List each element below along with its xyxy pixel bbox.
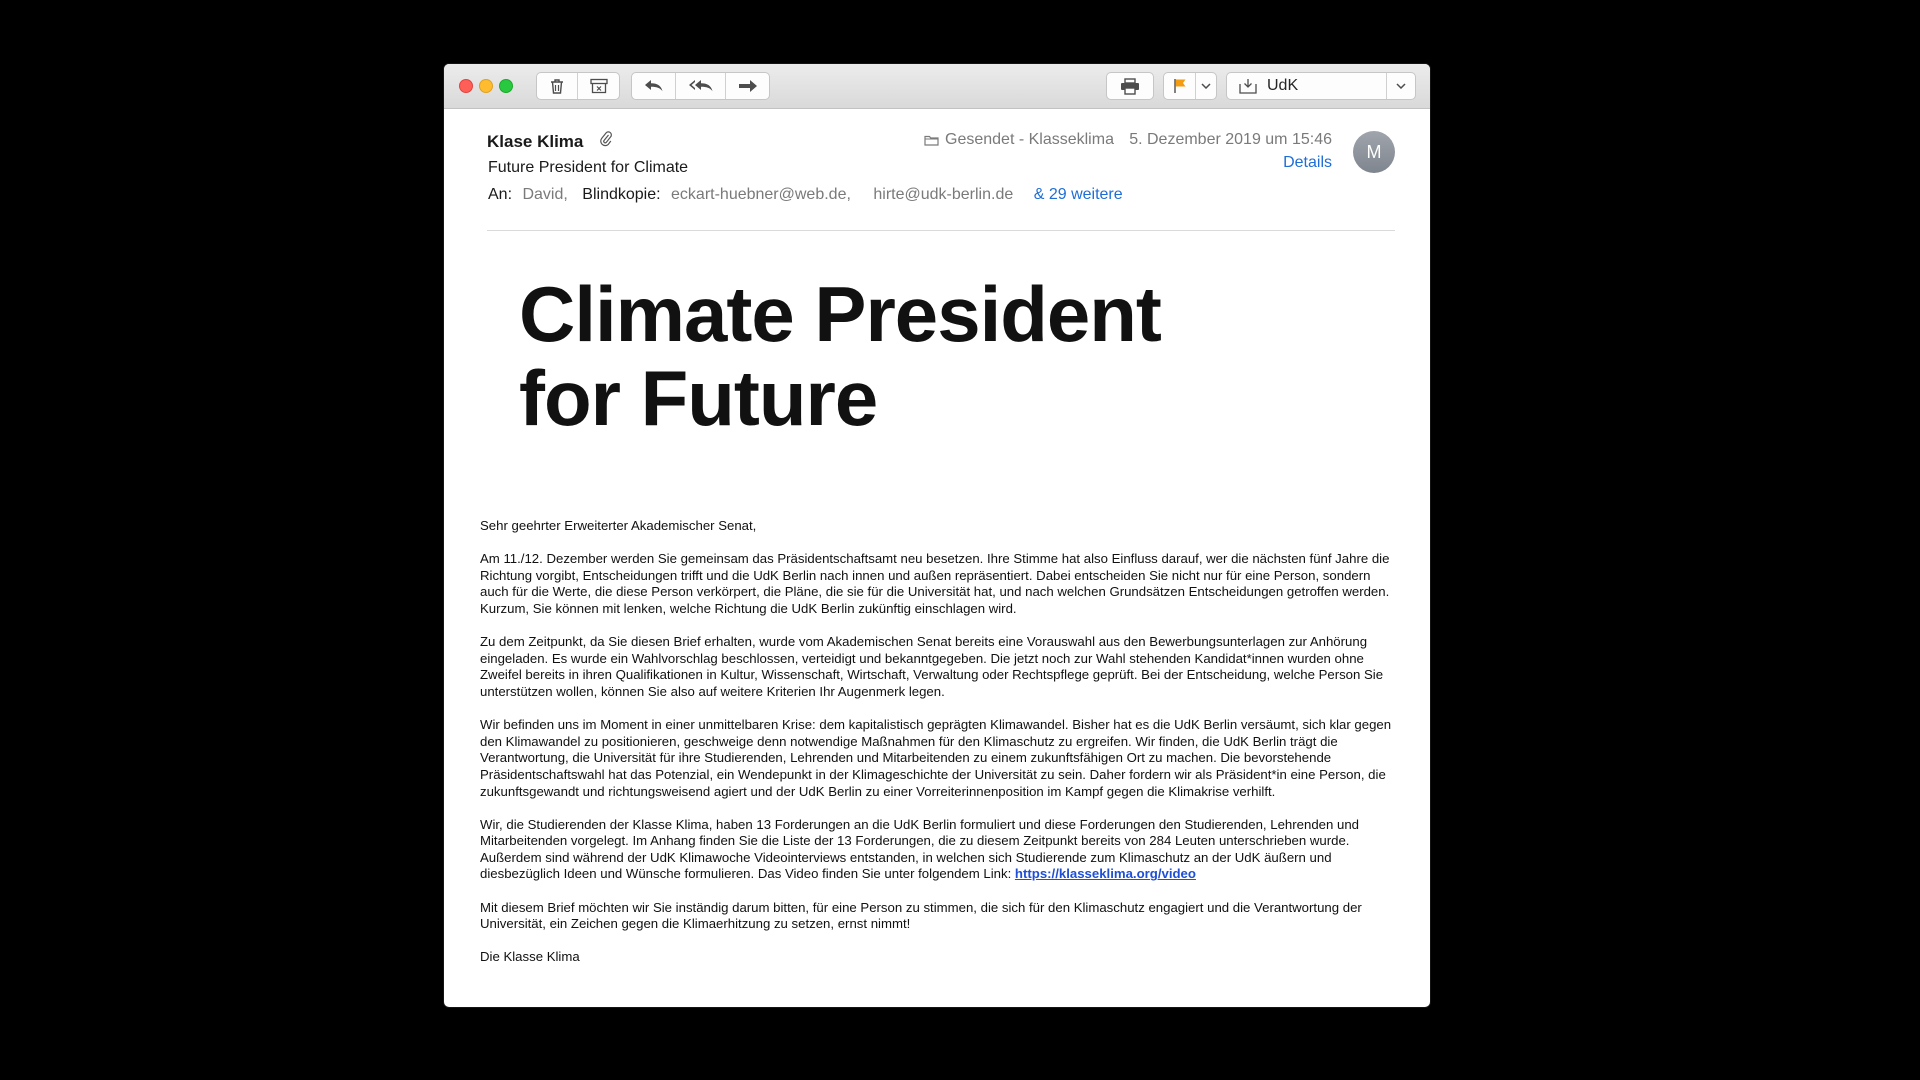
- minimize-window-button[interactable]: [479, 79, 493, 93]
- reply-all-button[interactable]: [676, 73, 726, 99]
- mailbox-name: Gesendet - Klasseklima: [945, 131, 1114, 148]
- subject: Future President for Climate: [488, 159, 689, 176]
- move-to-mailbox-select[interactable]: UdK: [1226, 72, 1416, 100]
- more-recipients-link[interactable]: & 29 weitere: [1034, 186, 1123, 203]
- flag-group: [1163, 72, 1217, 100]
- sent-date: 5. Dezember 2019 um 15:46: [1129, 131, 1332, 148]
- message-header: Klase Klima Gesendet - Klasseklima 5. De…: [444, 109, 1430, 287]
- close-window-button[interactable]: [459, 79, 473, 93]
- forward-icon: [738, 80, 757, 92]
- body-paragraph: Wir befinden uns im Moment in einer unmi…: [480, 717, 1392, 799]
- header-divider: [487, 230, 1395, 231]
- hero-line-2: for Future: [519, 354, 878, 442]
- details-link[interactable]: Details: [1283, 154, 1332, 172]
- chevron-down-icon: [1386, 73, 1415, 99]
- message-body: Sehr geehrter Erweiterter Akademischer S…: [480, 518, 1396, 983]
- mailbox-select-label: UdK: [1267, 77, 1299, 94]
- print-group: [1106, 72, 1154, 100]
- reply-all-icon: [688, 80, 712, 92]
- video-link[interactable]: https://klasseklima.org/video: [1015, 866, 1196, 881]
- chevron-down-icon: [1201, 83, 1211, 89]
- folder-icon: [924, 135, 939, 146]
- body-paragraph: Mit diesem Brief möchten wir Sie inständ…: [480, 899, 1362, 932]
- bcc-recipient[interactable]: hirte@udk-berlin.de: [873, 186, 1013, 203]
- reply-button[interactable]: [632, 73, 676, 99]
- greeting: Sehr geehrter Erweiterter Akademischer S…: [480, 518, 757, 533]
- flag-menu-button[interactable]: [1196, 73, 1216, 99]
- trash-icon: [551, 78, 563, 94]
- toolbar: UdK: [444, 64, 1430, 109]
- delete-archive-group: [536, 72, 620, 100]
- printer-icon: [1121, 77, 1139, 95]
- bcc-label: Blindkopie:: [582, 186, 661, 203]
- body-paragraph: Wir, die Studierenden der Klasse Klima, …: [480, 817, 1396, 883]
- body-paragraph: Zu dem Zeitpunkt, da Sie diesen Brief er…: [480, 634, 1384, 699]
- flag-icon: [1173, 79, 1185, 93]
- zoom-window-button[interactable]: [499, 79, 513, 93]
- reply-icon: [644, 80, 662, 92]
- archive-icon: [589, 78, 608, 94]
- archive-button[interactable]: [578, 73, 619, 99]
- recipients-line: An: David, Blindkopie: eckart-huebner@we…: [488, 186, 1129, 204]
- print-button[interactable]: [1107, 73, 1153, 99]
- body-paragraph: Am 11./12. Dezember werden Sie gemeinsam…: [480, 551, 1390, 616]
- mail-window: UdK Klase Klima Gesendet - Klasseklima 5…: [444, 64, 1430, 1007]
- delete-button[interactable]: [537, 73, 579, 99]
- move-to-icon: [1239, 78, 1257, 94]
- reply-group: [631, 72, 770, 100]
- bcc-recipient[interactable]: eckart-huebner@web.de,: [671, 186, 851, 203]
- flag-button[interactable]: [1164, 73, 1196, 99]
- paperclip-icon: [600, 131, 612, 152]
- mailbox-label: Gesendet - Klasseklima: [924, 131, 1114, 149]
- signature: Die Klasse Klima: [480, 949, 580, 965]
- to-recipient[interactable]: David,: [522, 186, 567, 203]
- hero-line-1: Climate President: [519, 270, 1162, 358]
- forward-button[interactable]: [726, 73, 769, 99]
- body-paragraph-text: Wir, die Studierenden der Klasse Klima, …: [480, 816, 1359, 882]
- to-label: An:: [488, 186, 513, 203]
- hero-title: Climate President for Future: [519, 270, 1162, 442]
- avatar: M: [1353, 131, 1395, 173]
- sender-name[interactable]: Klase Klima: [487, 132, 583, 152]
